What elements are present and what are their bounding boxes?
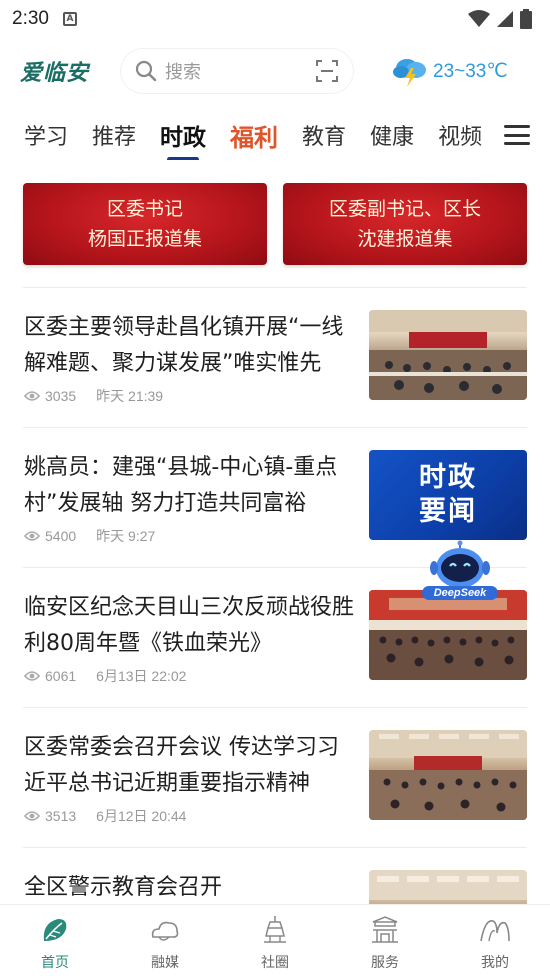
banner-line: 沈建报道集 <box>357 228 453 250</box>
weather-widget[interactable]: 23~33℃ <box>391 54 508 88</box>
nav-circle[interactable]: 社圈 <box>220 905 330 979</box>
eye-icon <box>24 811 40 821</box>
tab-education[interactable]: 教育 <box>302 119 346 151</box>
wifi-icon <box>468 10 490 27</box>
banner-party-secretary[interactable]: 区委书记 杨国正报道集 <box>23 183 267 265</box>
tab-welfare[interactable]: 福利 <box>230 118 278 153</box>
weather-temperature: 23~33℃ <box>433 60 508 82</box>
menu-icon[interactable] <box>504 122 530 148</box>
app-logo[interactable]: 爱临安 <box>20 55 89 87</box>
status-bar: 2:30 A <box>0 0 550 38</box>
tab-health[interactable]: 健康 <box>370 119 414 151</box>
nav-label: 我的 <box>481 955 509 971</box>
news-thumbnail[interactable] <box>369 310 527 400</box>
tab-politics[interactable]: 时政 <box>160 118 206 152</box>
news-item[interactable]: 区委主要领导赴昌化镇开展“一线解难题、聚力谋发展”唯实惟先 3035 昨天 21… <box>23 287 527 427</box>
tab-study[interactable]: 学习 <box>24 119 68 151</box>
nav-media[interactable]: 融媒 <box>110 905 220 979</box>
thumb-title-line2: 要闻 <box>419 496 477 527</box>
news-meta: 5400 昨天 9:27 <box>24 526 155 546</box>
news-meta: 3035 昨天 21:39 <box>24 386 163 406</box>
status-icons <box>468 9 532 29</box>
view-count: 6061 <box>45 668 77 684</box>
tabs-fade <box>478 110 502 160</box>
banner-district-head[interactable]: 区委副书记、区长 沈建报道集 <box>283 183 527 265</box>
publish-time: 昨天 9:27 <box>96 528 156 544</box>
news-list: 区委主要领导赴昌化镇开展“一线解难题、聚力谋发展”唯实惟先 3035 昨天 21… <box>0 287 550 979</box>
header-row: 爱临安 搜索 23~33℃ <box>0 46 550 96</box>
view-count: 3035 <box>45 388 77 404</box>
view-count: 3513 <box>45 808 77 824</box>
search-placeholder[interactable]: 搜索 <box>165 58 315 84</box>
search-icon <box>135 60 157 82</box>
thumb-title-line1: 时政 <box>419 462 477 493</box>
leader-banners: 区委书记 杨国正报道集 区委副书记、区长 沈建报道集 <box>23 183 527 265</box>
nav-label: 服务 <box>371 955 399 971</box>
nav-label: 首页 <box>41 955 69 971</box>
home-leaf-icon <box>38 913 72 947</box>
nav-label: 融媒 <box>151 955 179 971</box>
tab-recommend[interactable]: 推荐 <box>92 119 136 151</box>
a-icon: A <box>62 12 77 26</box>
view-count: 5400 <box>45 528 77 544</box>
tab-video[interactable]: 视频 <box>438 119 482 151</box>
meeting-photo <box>369 310 527 400</box>
nav-home[interactable]: 首页 <box>0 905 110 979</box>
nav-mine[interactable]: 我的 <box>440 905 550 979</box>
banner-line: 区委副书记、区长 <box>328 198 481 220</box>
nav-service[interactable]: 服务 <box>330 905 440 979</box>
news-title[interactable]: 姚高员：建强“县城-中心镇-重点村”发展轴 努力打造共同富裕 <box>24 450 354 522</box>
news-meta: 3513 6月12日 20:44 <box>24 806 186 826</box>
news-meta: 6061 6月13日 22:02 <box>24 666 186 686</box>
nav-label: 社圈 <box>261 955 289 971</box>
category-tabs: 学习 推荐 时政 福利 教育 健康 视频 <box>0 110 550 160</box>
bottom-nav: 首页 融媒 社圈 服务 我的 <box>0 904 550 979</box>
publish-time: 6月12日 20:44 <box>96 808 187 824</box>
mountain-icon <box>478 913 512 947</box>
thunder-cloud-icon <box>393 59 427 87</box>
deepseek-robot-button[interactable]: DeepSeek <box>420 540 500 604</box>
news-thumbnail[interactable]: 时政 要闻 <box>369 450 527 540</box>
banner-line: 区委书记 <box>106 198 183 220</box>
scan-icon[interactable] <box>315 59 339 83</box>
eye-icon <box>24 391 40 401</box>
publish-time: 6月13日 22:02 <box>96 668 187 684</box>
status-time: 2:30 <box>12 8 49 29</box>
signal-icon <box>497 11 513 27</box>
news-thumbnail[interactable] <box>369 730 527 820</box>
eye-icon <box>24 531 40 541</box>
pavilion-icon <box>368 913 402 947</box>
robot-label: DeepSeek <box>433 587 487 599</box>
battery-icon <box>520 9 532 29</box>
pagoda-icon <box>258 913 292 947</box>
news-title[interactable]: 临安区纪念天目山三次反顽战役胜利80周年暨《铁血荣光》 <box>24 590 354 662</box>
publish-time: 昨天 21:39 <box>96 388 164 404</box>
eye-icon <box>24 671 40 681</box>
news-title[interactable]: 区委主要领导赴昌化镇开展“一线解难题、聚力谋发展”唯实惟先 <box>24 310 354 382</box>
banner-line: 杨国正报道集 <box>87 228 202 250</box>
news-item[interactable]: 区委常委会召开会议 传达学习习近平总书记近期重要指示精神 3513 6月12日 … <box>23 707 527 847</box>
conference-hall-photo <box>369 730 527 820</box>
search-box[interactable]: 搜索 <box>121 49 354 93</box>
news-title[interactable]: 区委常委会召开会议 传达学习习近平总书记近期重要指示精神 <box>24 730 354 802</box>
cloud-icon <box>148 913 182 947</box>
